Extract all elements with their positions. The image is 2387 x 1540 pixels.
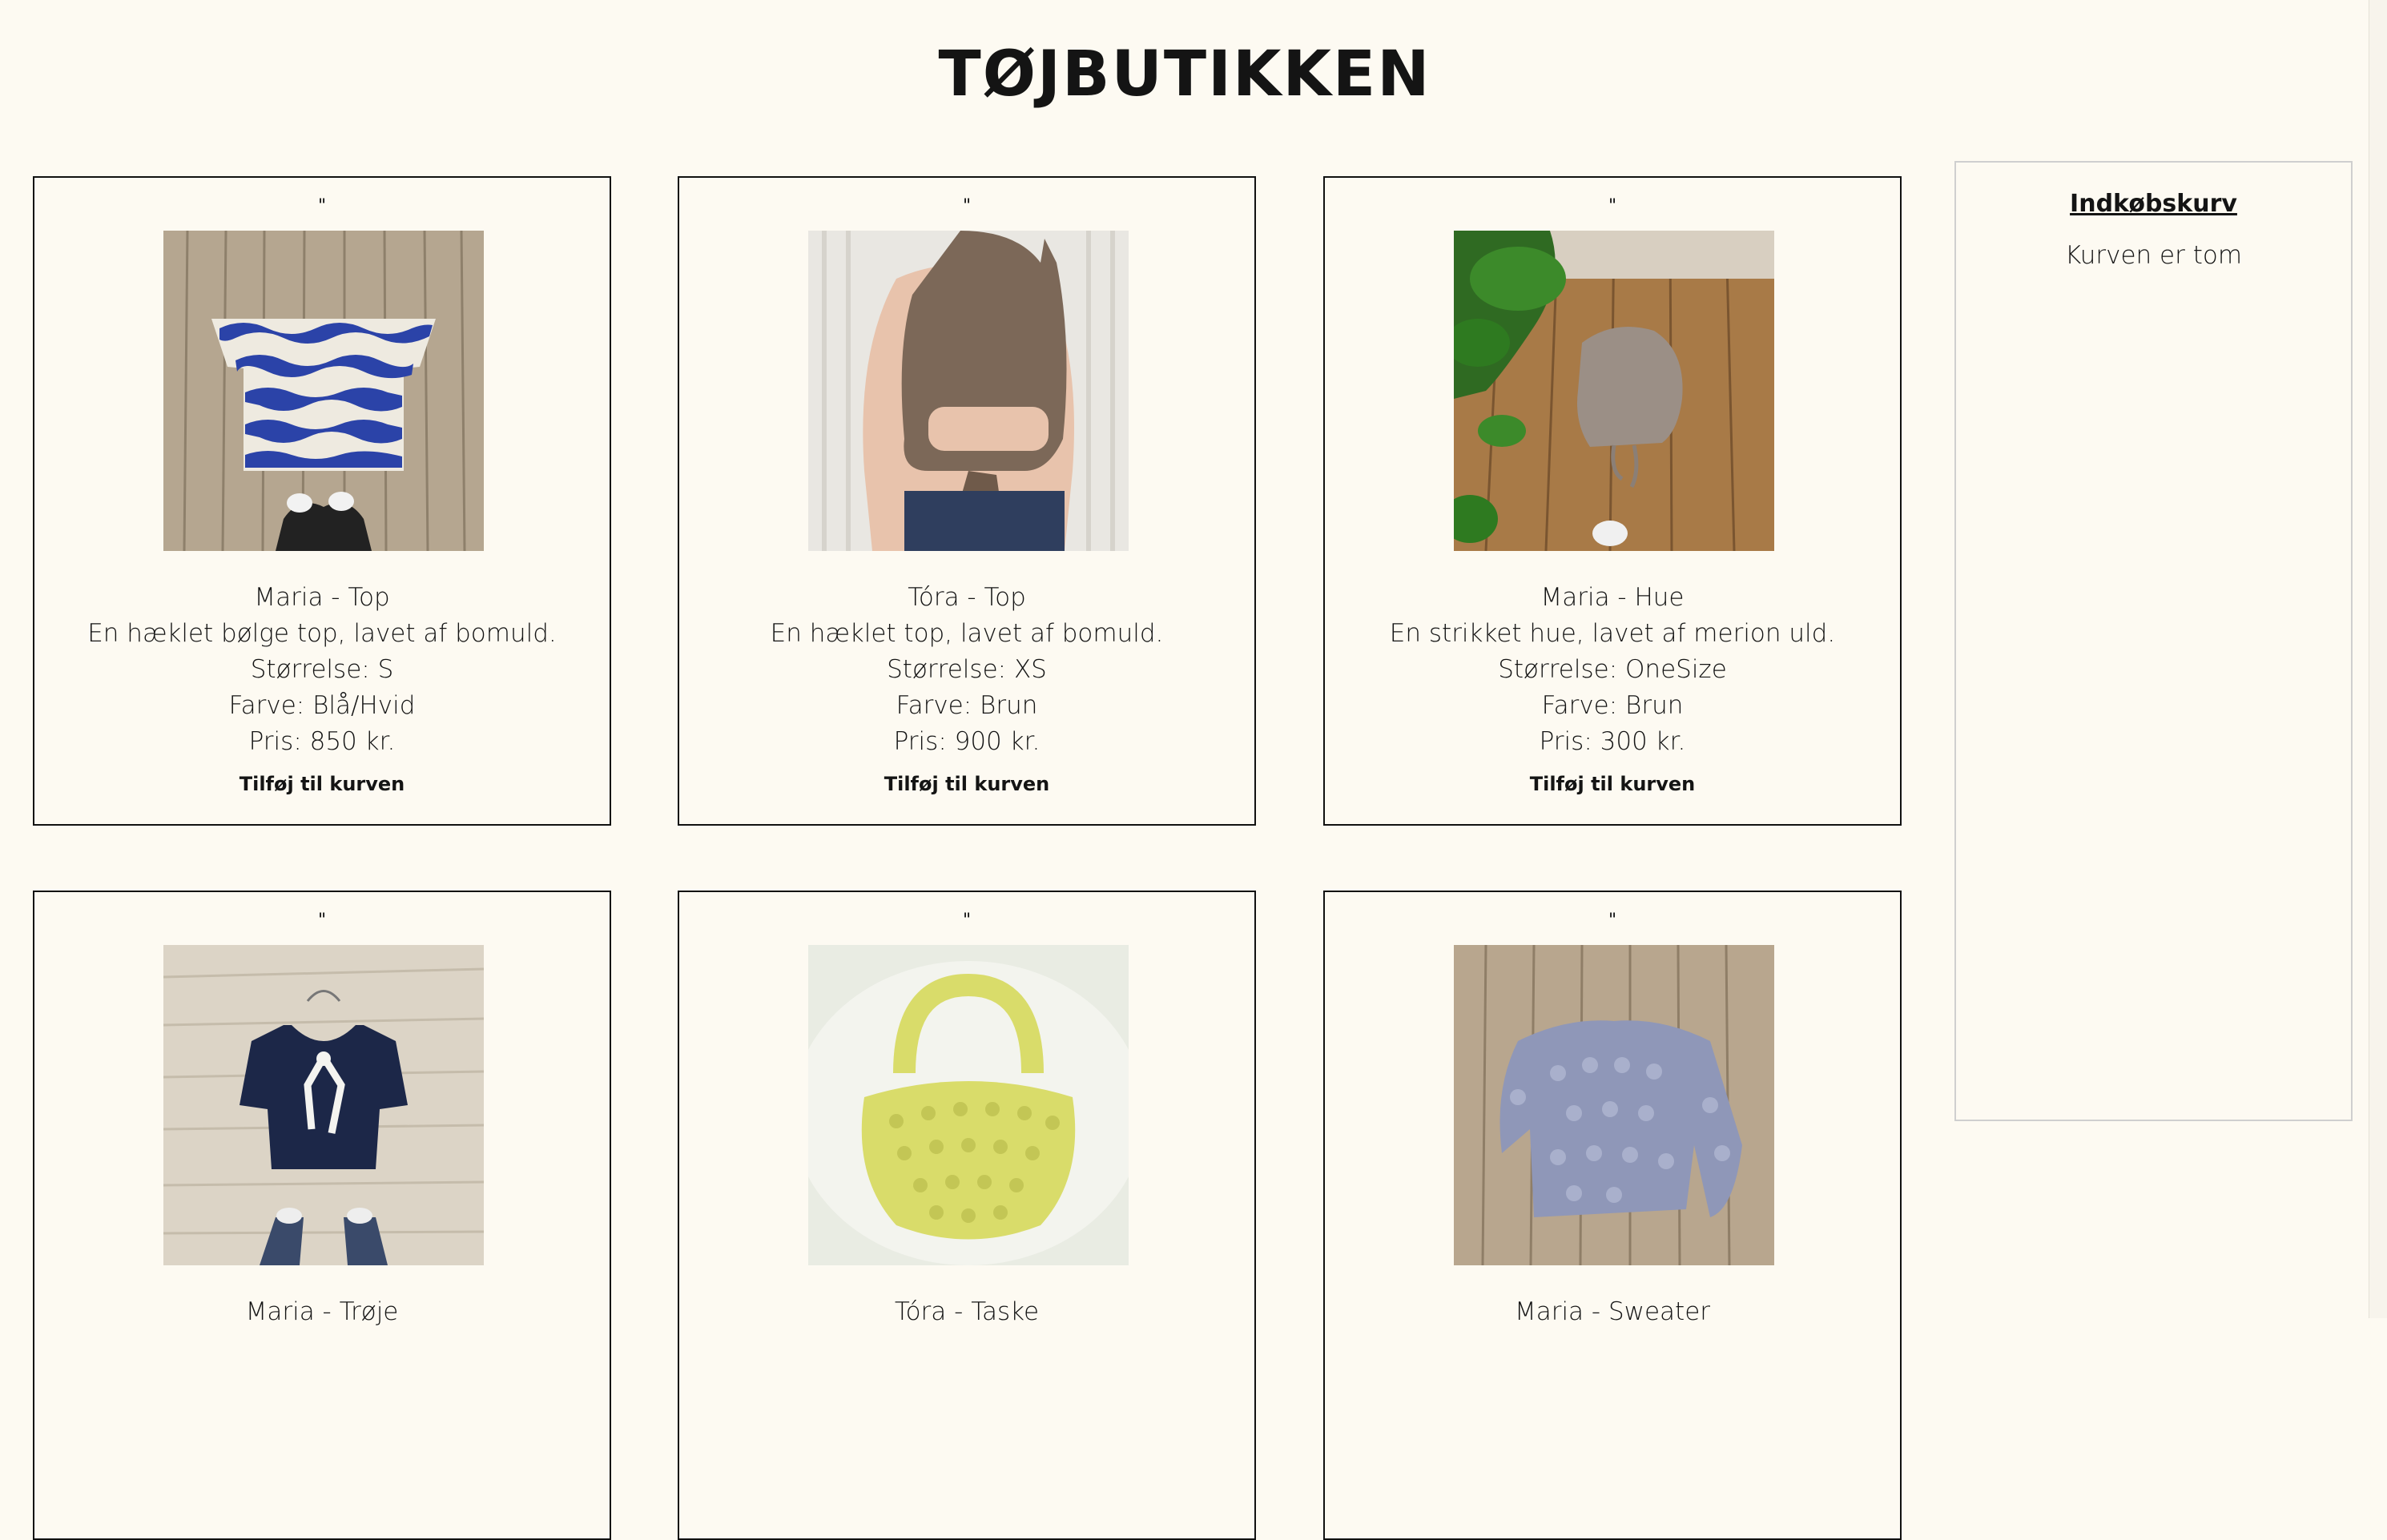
product-card: " Maria - Sweater: [1323, 891, 1902, 1540]
product-price: Pris: 900 kr.: [893, 727, 1041, 756]
product-card: " Maria - Trøje: [33, 891, 611, 1540]
product-card: " Tóra - Top En hæklet top, lavet af bom…: [678, 176, 1256, 826]
product-color: Farve: Blå/Hvid: [228, 691, 416, 720]
add-to-cart-button[interactable]: Tilføj til kurven: [34, 772, 610, 796]
product-name: Maria - Top: [254, 583, 390, 612]
product-price: Pris: 850 kr.: [248, 727, 396, 756]
product-info: Maria - Top En hæklet bølge top, lavet a…: [34, 580, 610, 760]
product-image[interactable]: [163, 231, 484, 551]
product-card: " Maria - Top En hæklet bølge top, lavet…: [33, 176, 611, 826]
shopping-cart: Indkøbskurv Kurven er tom: [1954, 161, 2353, 1121]
product-quote-mark: ": [317, 911, 327, 931]
product-info: Tóra - Top En hæklet top, lavet af bomul…: [679, 580, 1254, 760]
yellow-bobble-bag-photo: [808, 945, 1129, 1265]
product-description: En strikket hue, lavet af merion uld.: [1389, 619, 1836, 648]
product-info: Maria - Sweater: [1325, 1294, 1900, 1330]
brown-crochet-backless-top-photo: [808, 231, 1129, 551]
product-info: Maria - Trøje: [34, 1294, 610, 1330]
product-info: Tóra - Taske: [679, 1294, 1254, 1330]
brown-knit-hood-photo: [1454, 231, 1774, 551]
cart-empty-message: Kurven er tom: [2064, 241, 2243, 270]
product-name: Maria - Sweater: [1514, 1297, 1711, 1326]
product-image[interactable]: [1454, 945, 1774, 1265]
product-quote-mark: ": [962, 196, 972, 216]
product-description: En hæklet bølge top, lavet af bomuld.: [87, 619, 557, 648]
product-quote-mark: ": [1608, 911, 1617, 931]
product-image[interactable]: [808, 945, 1129, 1265]
product-name: Tóra - Top: [908, 583, 1026, 612]
product-name: Maria - Hue: [1540, 583, 1685, 612]
cart-title: Indkøbskurv: [2070, 190, 2237, 218]
add-to-cart-button[interactable]: Tilføj til kurven: [679, 772, 1254, 796]
product-size: Størrelse: OneSize: [1498, 655, 1727, 684]
product-color: Farve: Brun: [896, 691, 1038, 720]
blue-white-wave-crochet-top-photo: [163, 231, 484, 551]
product-image[interactable]: [163, 945, 484, 1265]
product-info: Maria - Hue En strikket hue, lavet af me…: [1325, 580, 1900, 760]
page-title: TØJBUTIKKEN: [938, 38, 1431, 111]
product-card: " Maria - Hue En strikket hue, lavet af …: [1323, 176, 1902, 826]
page-scrollbar[interactable]: [2369, 0, 2387, 1318]
product-image[interactable]: [808, 231, 1129, 551]
navy-crochet-cardigan-photo: [163, 945, 484, 1265]
product-size: Størrelse: S: [250, 655, 394, 684]
product-description: En hæklet top, lavet af bomuld.: [770, 619, 1164, 648]
product-size: Størrelse: XS: [887, 655, 1047, 684]
product-card: " Tóra - Taske: [678, 891, 1256, 1540]
product-color: Farve: Brun: [1541, 691, 1684, 720]
product-name: Maria - Trøje: [245, 1297, 399, 1326]
grey-mohair-sweater-photo: [1454, 945, 1774, 1265]
product-quote-mark: ": [962, 911, 972, 931]
product-price: Pris: 300 kr.: [1539, 727, 1686, 756]
add-to-cart-button[interactable]: Tilføj til kurven: [1325, 772, 1900, 796]
product-quote-mark: ": [317, 196, 327, 216]
product-image[interactable]: [1454, 231, 1774, 551]
product-name: Tóra - Taske: [894, 1297, 1040, 1326]
product-quote-mark: ": [1608, 196, 1617, 216]
